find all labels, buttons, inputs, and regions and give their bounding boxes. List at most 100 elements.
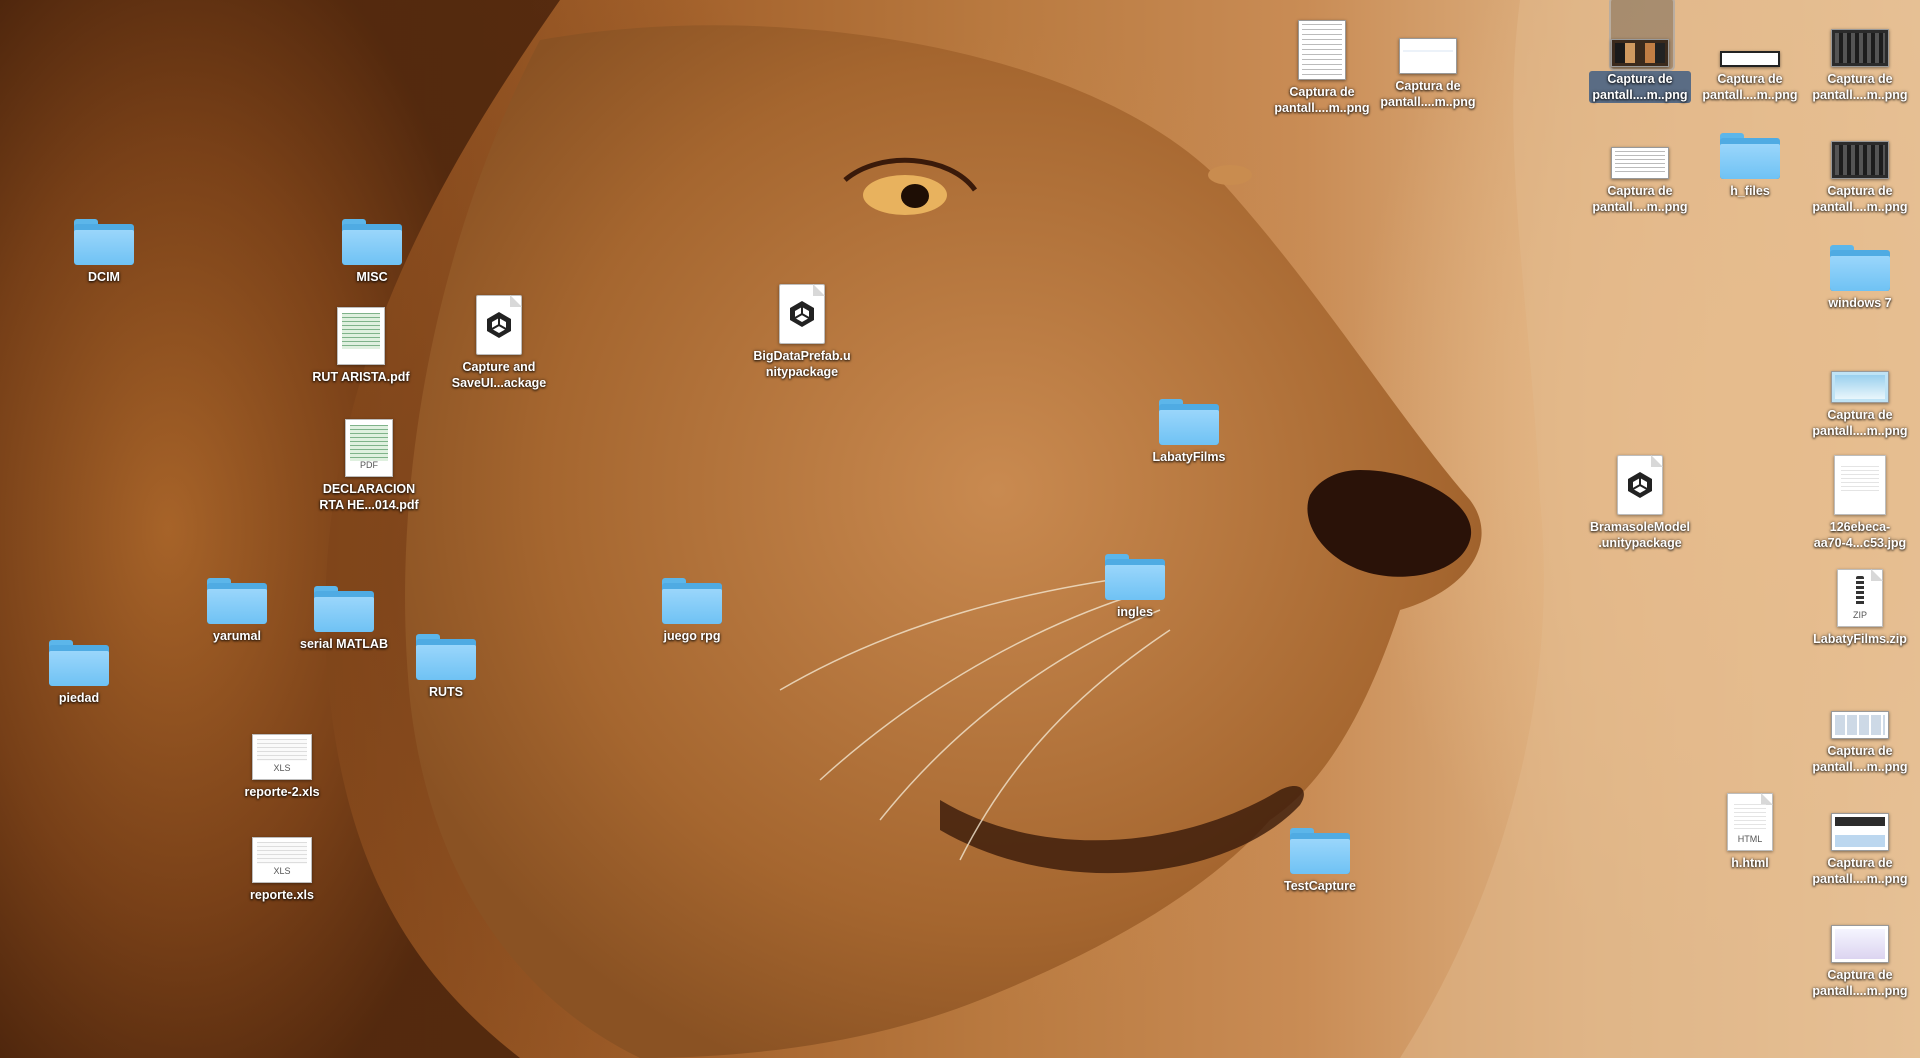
desktop-icon-label: MISC — [356, 270, 388, 284]
icon-art: PDF — [307, 415, 431, 477]
desktop-icon-label: juego rpg — [663, 629, 721, 643]
desktop-icon-cap2[interactable]: Captura de pantall....m..png — [1688, 5, 1812, 103]
desktop-icon-bramasole[interactable]: BramasoleModel .unitypackage — [1578, 453, 1702, 551]
icon-art — [1798, 789, 1920, 851]
desktop-icon-testcapture[interactable]: TestCapture — [1258, 812, 1382, 894]
desktop-icon-label: DCIM — [88, 270, 120, 284]
desktop-icon-cap7[interactable]: Captura de pantall....m..png — [1798, 677, 1920, 775]
thumbnail-content — [1835, 33, 1885, 63]
icon-art: ZIP — [1798, 565, 1920, 627]
icon-art — [1688, 117, 1812, 179]
desktop-icon-label: Captura de pantall....m..png — [1380, 79, 1476, 109]
desktop-icon-cap1[interactable]: Captura de pantall....m..png — [1578, 0, 1702, 103]
pdf-page-content — [342, 313, 380, 349]
folder-front — [1159, 410, 1219, 445]
desktop-icon-label: Captura de pantall....m..png — [1702, 72, 1798, 102]
desktop-icon-html[interactable]: HTML h.html — [1688, 789, 1812, 871]
desktop-icon-cap9[interactable]: Captura de pantall....m..png — [1798, 901, 1920, 999]
image-content — [1841, 466, 1879, 494]
desktop[interactable]: Captura de pantall....m..png Captura de p… — [0, 0, 1920, 1058]
screenshot-thumbnail-icon — [1611, 147, 1669, 179]
desktop-icon-labaty[interactable]: LabatyFilms — [1127, 383, 1251, 465]
desktop-icon-ingles[interactable]: ingles — [1073, 538, 1197, 620]
page-corner — [1651, 455, 1663, 467]
desktop-icon-captureandsave[interactable]: Capture and SaveUI...ackage — [437, 293, 561, 391]
desktop-icon-rut[interactable]: RUT ARISTA.pdf — [299, 303, 423, 385]
desktop-icon-misc[interactable]: MISC — [310, 203, 434, 285]
desktop-icon-cap4[interactable]: Captura de pantall....m..png — [1578, 117, 1702, 215]
screenshot-thumbnail-icon — [1831, 925, 1889, 963]
desktop-icon-label: Captura de pantall....m..png — [1812, 184, 1908, 214]
desktop-icon-windows7[interactable]: windows 7 — [1798, 229, 1920, 311]
unity-package-icon — [476, 295, 522, 355]
desktop-icon-cap6[interactable]: Captura de pantall....m..png — [1798, 341, 1920, 439]
desktop-icon-declaracion[interactable]: PDF DECLARACION RTA HE...014.pdf — [307, 415, 431, 513]
desktop-icon-piedad[interactable]: piedad — [17, 624, 141, 706]
icon-art — [437, 293, 561, 355]
desktop-icon-label: yarumal — [213, 629, 261, 643]
folder-front — [207, 589, 267, 624]
desktop-icon-label: Captura de pantall....m..png — [1592, 184, 1688, 214]
desktop-icon-label: RUTS — [428, 685, 464, 699]
thumbnail-content — [1302, 24, 1342, 76]
file-ext-label: PDF — [360, 460, 378, 470]
folder-icon — [342, 219, 402, 265]
icon-art — [1688, 5, 1812, 67]
desktop-icon-zip[interactable]: ZIP LabatyFilms.zip — [1798, 565, 1920, 647]
desktop-icon-ruts[interactable]: RUTS — [384, 618, 508, 700]
icon-art — [740, 282, 864, 344]
icon-art — [42, 203, 166, 265]
desktop-icon-label: RUT ARISTA.pdf — [312, 370, 410, 384]
folder-icon — [314, 586, 374, 632]
desktop-icon-h_files[interactable]: h_files — [1688, 117, 1812, 199]
folder-front — [74, 230, 134, 265]
folder-icon — [207, 578, 267, 624]
desktop-icon-cap3[interactable]: Captura de pantall....m..png — [1798, 5, 1920, 103]
zip-file-icon: ZIP — [1837, 569, 1883, 627]
pdf-file-icon — [337, 307, 385, 365]
icon-art — [1798, 677, 1920, 739]
desktop-icon-dcim[interactable]: DCIM — [42, 203, 166, 285]
desktop-icon-label: h_files — [1730, 184, 1770, 198]
screenshot-thumbnail-icon — [1831, 29, 1889, 67]
desktop-icon-bigdata[interactable]: BigDataPrefab.u nitypackage — [740, 282, 864, 380]
desktop-icon-reporte2[interactable]: XLS reporte-2.xls — [220, 718, 344, 800]
unity-package-icon — [779, 284, 825, 344]
folder-icon — [1720, 133, 1780, 179]
icon-art — [1798, 453, 1920, 515]
icon-art — [630, 562, 754, 624]
icon-art — [1127, 383, 1251, 445]
desktop-icon-reporte[interactable]: XLS reporte.xls — [220, 821, 344, 903]
desktop-icon-label: reporte.xls — [250, 888, 314, 902]
folder-front — [314, 597, 374, 632]
desktop-icon-jpg[interactable]: 126ebeca- aa70-4...c53.jpg — [1798, 453, 1920, 551]
desktop-icon-label: Captura de pantall....m..png — [1589, 71, 1691, 103]
folder-icon — [74, 219, 134, 265]
screenshot-thumbnail-icon — [1831, 371, 1889, 403]
icon-art — [1366, 12, 1490, 74]
desktop-icon-cap8[interactable]: Captura de pantall....m..png — [1798, 789, 1920, 887]
unity-logo-icon — [790, 301, 814, 327]
sheet-grid — [257, 739, 307, 761]
thumbnail-content — [1835, 817, 1885, 847]
desktop-icon-label: LabatyFilms.zip — [1813, 632, 1907, 646]
pdf-page-content — [350, 425, 388, 461]
page-corner — [1871, 569, 1883, 581]
desktop-icon-yarumal[interactable]: yarumal — [175, 562, 299, 644]
desktop-icon-cap5[interactable]: Captura de pantall....m..png — [1798, 117, 1920, 215]
folder-front — [342, 230, 402, 265]
desktop-icon-juego[interactable]: juego rpg — [630, 562, 754, 644]
icon-art — [299, 303, 423, 365]
icon-art — [1798, 5, 1920, 67]
thumbnail-content — [1725, 56, 1775, 62]
desktop-icon-label: Capture and SaveUI...ackage — [451, 360, 547, 390]
desktop-icon-label: TestCapture — [1283, 879, 1356, 893]
desktop-icon-cap11[interactable]: Captura de pantall....m..png — [1366, 12, 1490, 110]
desktop-icon-label: ingles — [1116, 605, 1154, 619]
folder-front — [1830, 256, 1890, 291]
icon-art — [1798, 341, 1920, 403]
thumbnail-content — [1835, 929, 1885, 959]
folder-front — [49, 651, 109, 686]
folder-icon — [416, 634, 476, 680]
file-ext-label: ZIP — [1852, 610, 1867, 620]
